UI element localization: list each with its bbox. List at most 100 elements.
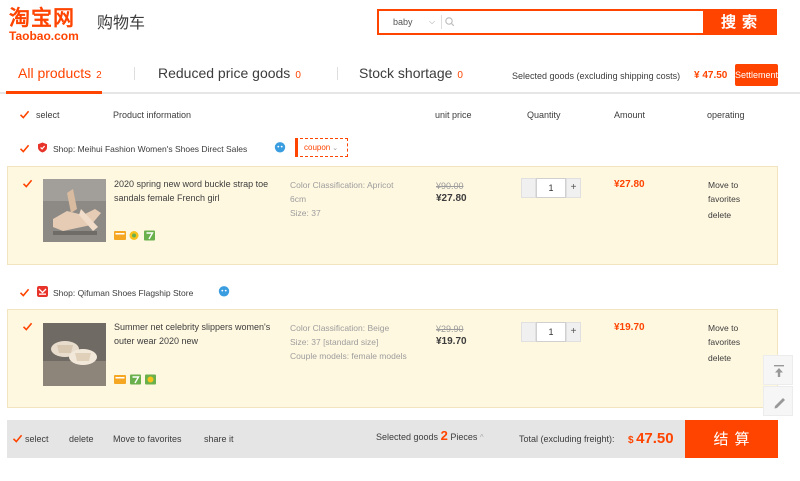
taobao-logo[interactable]: 淘宝网 — [9, 6, 75, 30]
cart-item: 2020 spring new word buckle strap toe sa… — [7, 166, 778, 265]
quantity-stepper: 1 + — [521, 178, 581, 198]
quantity-input[interactable]: 1 — [536, 322, 566, 342]
total-amount: 47.50 — [636, 430, 674, 447]
item-attr-color: Color Classification: Beige — [290, 323, 390, 333]
quantity-decrease-button[interactable] — [521, 178, 536, 198]
check-icon — [19, 288, 30, 297]
column-product: Product information — [113, 110, 192, 120]
cart-footer-bar: select delete Move to favorites share it… — [7, 420, 778, 458]
item-attr-size: Size: 37 [standard size] — [290, 337, 379, 347]
quantity-increase-button[interactable]: + — [566, 322, 581, 342]
tab-all-products[interactable]: All products 2 — [18, 64, 102, 85]
unit-price: ¥19.70 — [436, 336, 467, 347]
item-attributes: Color Classification: Apricot 6cm Size: … — [290, 178, 410, 220]
cart-item: Summer net celebrity slippers women's ou… — [7, 309, 778, 408]
selected-goods-label: Selected goods (excluding shipping costs… — [512, 71, 681, 81]
search-input[interactable] — [459, 13, 699, 31]
tab-count: 0 — [457, 70, 463, 81]
tab-label: All products — [18, 65, 92, 81]
item-checkbox[interactable] — [22, 321, 33, 332]
unit-price: ¥27.80 — [436, 193, 467, 204]
service-icons — [114, 230, 155, 241]
wangwang-chat-icon[interactable] — [218, 285, 230, 297]
coupon-label: coupon — [304, 143, 331, 152]
quantity-decrease-button[interactable] — [521, 322, 536, 342]
item-title[interactable]: 2020 spring new word buckle strap toe sa… — [114, 178, 274, 205]
item-amount: ¥27.80 — [614, 179, 645, 190]
quantity-input[interactable]: 1 — [536, 178, 566, 198]
shop-checkbox[interactable] — [19, 143, 30, 154]
tab-stock-shortage[interactable]: Stock shortage 0 — [359, 64, 463, 85]
chevron-up-icon: ^ — [479, 433, 484, 442]
tab-label: Stock shortage — [359, 65, 453, 81]
total-price: $ 47.50 — [628, 430, 674, 448]
item-checkbox[interactable] — [22, 178, 33, 189]
service-badges — [114, 230, 160, 242]
wangwang-chat-icon[interactable] — [274, 141, 286, 153]
shop-checkbox[interactable] — [19, 287, 30, 298]
tab-divider — [0, 92, 800, 94]
item-amount: ¥19.70 — [614, 322, 645, 333]
back-to-top-button[interactable] — [763, 355, 793, 385]
original-price: ¥90.00 — [436, 181, 464, 191]
selected-goods-label: Selected goods — [376, 432, 439, 442]
quantity-stepper: 1 + — [521, 322, 581, 342]
item-move-to-favorites[interactable]: Move to favorites — [708, 321, 766, 349]
quantity-increase-button[interactable]: + — [566, 178, 581, 198]
search-category-select[interactable]: baby ⌵ — [385, 14, 439, 30]
footer-share-button[interactable]: share it — [204, 433, 234, 445]
footer-move-to-favorites-button[interactable]: Move to favorites — [113, 433, 182, 445]
selected-goods-price: ¥ 47.50 — [694, 70, 728, 81]
item-attr-size: Size: 37 — [290, 208, 321, 218]
selected-goods-summary[interactable]: Selected goods 2 Pieces ^ — [376, 428, 484, 444]
shop-name[interactable]: Shop: Meihui Fashion Women's Shoes Direc… — [53, 143, 247, 155]
product-image[interactable] — [43, 323, 106, 386]
item-attr-color: Color Classification: Apricot 6cm — [290, 180, 394, 204]
pencil-icon — [774, 398, 785, 409]
settlement-button[interactable]: Settlement — [735, 64, 778, 86]
check-icon — [12, 434, 23, 443]
active-tab-indicator — [6, 91, 102, 94]
checkout-button[interactable]: 结算 — [685, 420, 778, 458]
column-operating: operating — [707, 110, 745, 120]
check-icon — [22, 322, 33, 331]
check-icon — [22, 179, 33, 188]
pieces-label: Pieces — [450, 432, 478, 442]
coupon-accent — [295, 138, 298, 157]
footer-select-label[interactable]: select — [25, 433, 49, 445]
original-price: ¥29.90 — [436, 324, 464, 334]
column-quantity: Quantity — [527, 110, 561, 120]
item-title[interactable]: Summer net celebrity slippers women's ou… — [114, 321, 274, 348]
tab-label: Reduced price goods — [158, 65, 291, 81]
item-attr-model: Couple models: female models — [290, 351, 407, 361]
arrow-up-icon — [774, 365, 784, 377]
check-icon — [19, 144, 30, 153]
tab-count: 0 — [295, 70, 301, 81]
total-currency: $ — [628, 435, 634, 446]
item-move-to-favorites[interactable]: Move to favorites — [708, 178, 766, 206]
service-badges — [114, 374, 160, 386]
footer-delete-button[interactable]: delete — [69, 433, 94, 445]
item-delete[interactable]: delete — [708, 351, 731, 365]
coupon-button[interactable]: coupon ⌄ — [295, 138, 348, 157]
tab-reduced-price[interactable]: Reduced price goods 0 — [158, 64, 301, 85]
selected-goods-count: 2 — [440, 428, 448, 443]
feedback-button[interactable] — [763, 386, 793, 416]
service-icons — [114, 374, 156, 385]
taobao-logo-en[interactable]: Taobao.com — [9, 29, 79, 43]
search-button[interactable]: 搜索 — [703, 11, 775, 33]
chevron-down-icon: ⌄ — [332, 145, 339, 152]
divider — [337, 67, 338, 80]
column-amount: Amount — [614, 110, 646, 120]
tab-count: 2 — [96, 70, 102, 81]
select-all-checkbox[interactable] — [12, 433, 23, 444]
column-unit-price: unit price — [435, 110, 472, 120]
item-delete[interactable]: delete — [708, 208, 731, 222]
search-category-label: baby — [393, 17, 413, 27]
shop-name[interactable]: Shop: Qifuman Shoes Flagship Store — [53, 287, 193, 299]
search-icon — [445, 17, 455, 27]
select-all-checkbox[interactable] — [19, 109, 30, 120]
shop-badge-icon — [38, 142, 47, 153]
divider — [134, 67, 135, 80]
product-image[interactable] — [43, 179, 106, 242]
